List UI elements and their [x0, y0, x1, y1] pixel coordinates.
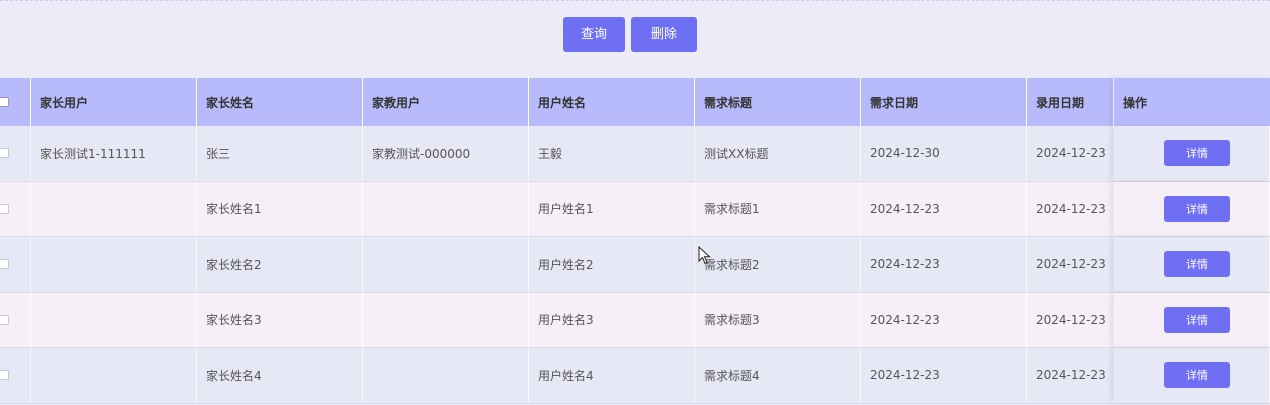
table-row: 家长测试1-111111 张三 家教测试-000000 王毅 测试XX标题 20…: [0, 126, 1270, 182]
row-checkbox[interactable]: [0, 370, 9, 381]
detail-button[interactable]: 详情: [1164, 195, 1230, 222]
select-all-checkbox[interactable]: [0, 97, 9, 107]
column-header-hire-date[interactable]: 录用日期: [1027, 78, 1114, 126]
cell-action: 详情: [1114, 237, 1270, 292]
cell-hire-date: 2024-12-23: [1027, 292, 1114, 347]
row-select-cell: [0, 126, 31, 181]
table-row: 家长姓名2 用户姓名2 需求标题2 2024-12-23 2024-12-23 …: [0, 237, 1270, 293]
cell-tutor-user: [363, 181, 529, 236]
row-select-cell: [0, 237, 31, 292]
cell-demand-title: 需求标题4: [695, 348, 861, 403]
cell-parent-name: 张三: [197, 126, 363, 181]
cell-action: 详情: [1114, 181, 1270, 236]
column-header-action: 操作: [1114, 78, 1270, 126]
cell-tutor-user: 家教测试-000000: [363, 126, 529, 181]
cell-action: 详情: [1114, 126, 1270, 181]
table-row: 家长姓名4 用户姓名4 需求标题4 2024-12-23 2024-12-23 …: [0, 348, 1270, 404]
cell-parent-name: 家长姓名1: [197, 181, 363, 236]
cell-demand-title: 需求标题1: [695, 181, 861, 236]
cell-tutor-user: [363, 237, 529, 292]
delete-button[interactable]: 删除: [631, 17, 697, 52]
detail-button[interactable]: 详情: [1164, 251, 1230, 278]
cell-parent-user: 家长测试1-111111: [31, 126, 197, 181]
row-checkbox[interactable]: [0, 148, 9, 159]
cell-action: 详情: [1114, 348, 1270, 403]
data-table: 家长用户 家长姓名 家教用户 用户姓名 需求标题 需求日期 录用日期 操作 家长…: [0, 78, 1270, 404]
cell-hire-date: 2024-12-23: [1027, 348, 1114, 403]
cell-parent-name: 家长姓名3: [197, 292, 363, 347]
row-checkbox[interactable]: [0, 259, 9, 270]
cell-parent-user: [31, 181, 197, 236]
detail-button[interactable]: 详情: [1164, 140, 1230, 167]
toolbar: 查询 删除: [0, 0, 1270, 78]
table-row: 家长姓名3 用户姓名3 需求标题3 2024-12-23 2024-12-23 …: [0, 292, 1270, 348]
column-header-parent-user[interactable]: 家长用户: [31, 78, 197, 126]
cell-demand-title: 需求标题3: [695, 292, 861, 347]
cell-parent-user: [31, 348, 197, 403]
column-header-demand-title[interactable]: 需求标题: [695, 78, 861, 126]
cell-user-name: 用户姓名4: [529, 348, 695, 403]
mouse-pointer-icon: [698, 246, 711, 265]
cell-hire-date: 2024-12-23: [1027, 237, 1114, 292]
column-header-parent-name[interactable]: 家长姓名: [197, 78, 363, 126]
cell-parent-name: 家长姓名4: [197, 348, 363, 403]
column-header-user-name[interactable]: 用户姓名: [529, 78, 695, 126]
row-checkbox[interactable]: [0, 203, 9, 214]
column-header-tutor-user[interactable]: 家教用户: [363, 78, 529, 126]
cell-parent-user: [31, 292, 197, 347]
cell-parent-user: [31, 237, 197, 292]
cell-tutor-user: [363, 292, 529, 347]
table-header-row: 家长用户 家长姓名 家教用户 用户姓名 需求标题 需求日期 录用日期 操作: [0, 78, 1270, 126]
cell-user-name: 王毅: [529, 126, 695, 181]
cell-hire-date: 2024-12-23: [1027, 181, 1114, 236]
cell-demand-date: 2024-12-23: [861, 237, 1027, 292]
detail-button[interactable]: 详情: [1164, 306, 1230, 333]
cell-parent-name: 家长姓名2: [197, 237, 363, 292]
detail-button[interactable]: 详情: [1164, 362, 1230, 389]
cell-demand-date: 2024-12-23: [861, 348, 1027, 403]
row-select-cell: [0, 181, 31, 236]
column-header-demand-date[interactable]: 需求日期: [861, 78, 1027, 126]
cell-demand-title: 需求标题2: [695, 237, 861, 292]
cell-hire-date: 2024-12-23: [1027, 126, 1114, 181]
cell-demand-title: 测试XX标题: [695, 126, 861, 181]
row-select-cell: [0, 292, 31, 347]
cell-user-name: 用户姓名1: [529, 181, 695, 236]
cell-demand-date: 2024-12-30: [861, 126, 1027, 181]
cell-user-name: 用户姓名3: [529, 292, 695, 347]
table-row: 家长姓名1 用户姓名1 需求标题1 2024-12-23 2024-12-23 …: [0, 181, 1270, 237]
query-button[interactable]: 查询: [563, 17, 625, 52]
header-select-cell: [0, 78, 31, 126]
cell-demand-date: 2024-12-23: [861, 292, 1027, 347]
cell-user-name: 用户姓名2: [529, 237, 695, 292]
cell-action: 详情: [1114, 292, 1270, 347]
row-checkbox[interactable]: [0, 314, 9, 325]
row-select-cell: [0, 348, 31, 403]
cell-demand-date: 2024-12-23: [861, 181, 1027, 236]
cell-tutor-user: [363, 348, 529, 403]
